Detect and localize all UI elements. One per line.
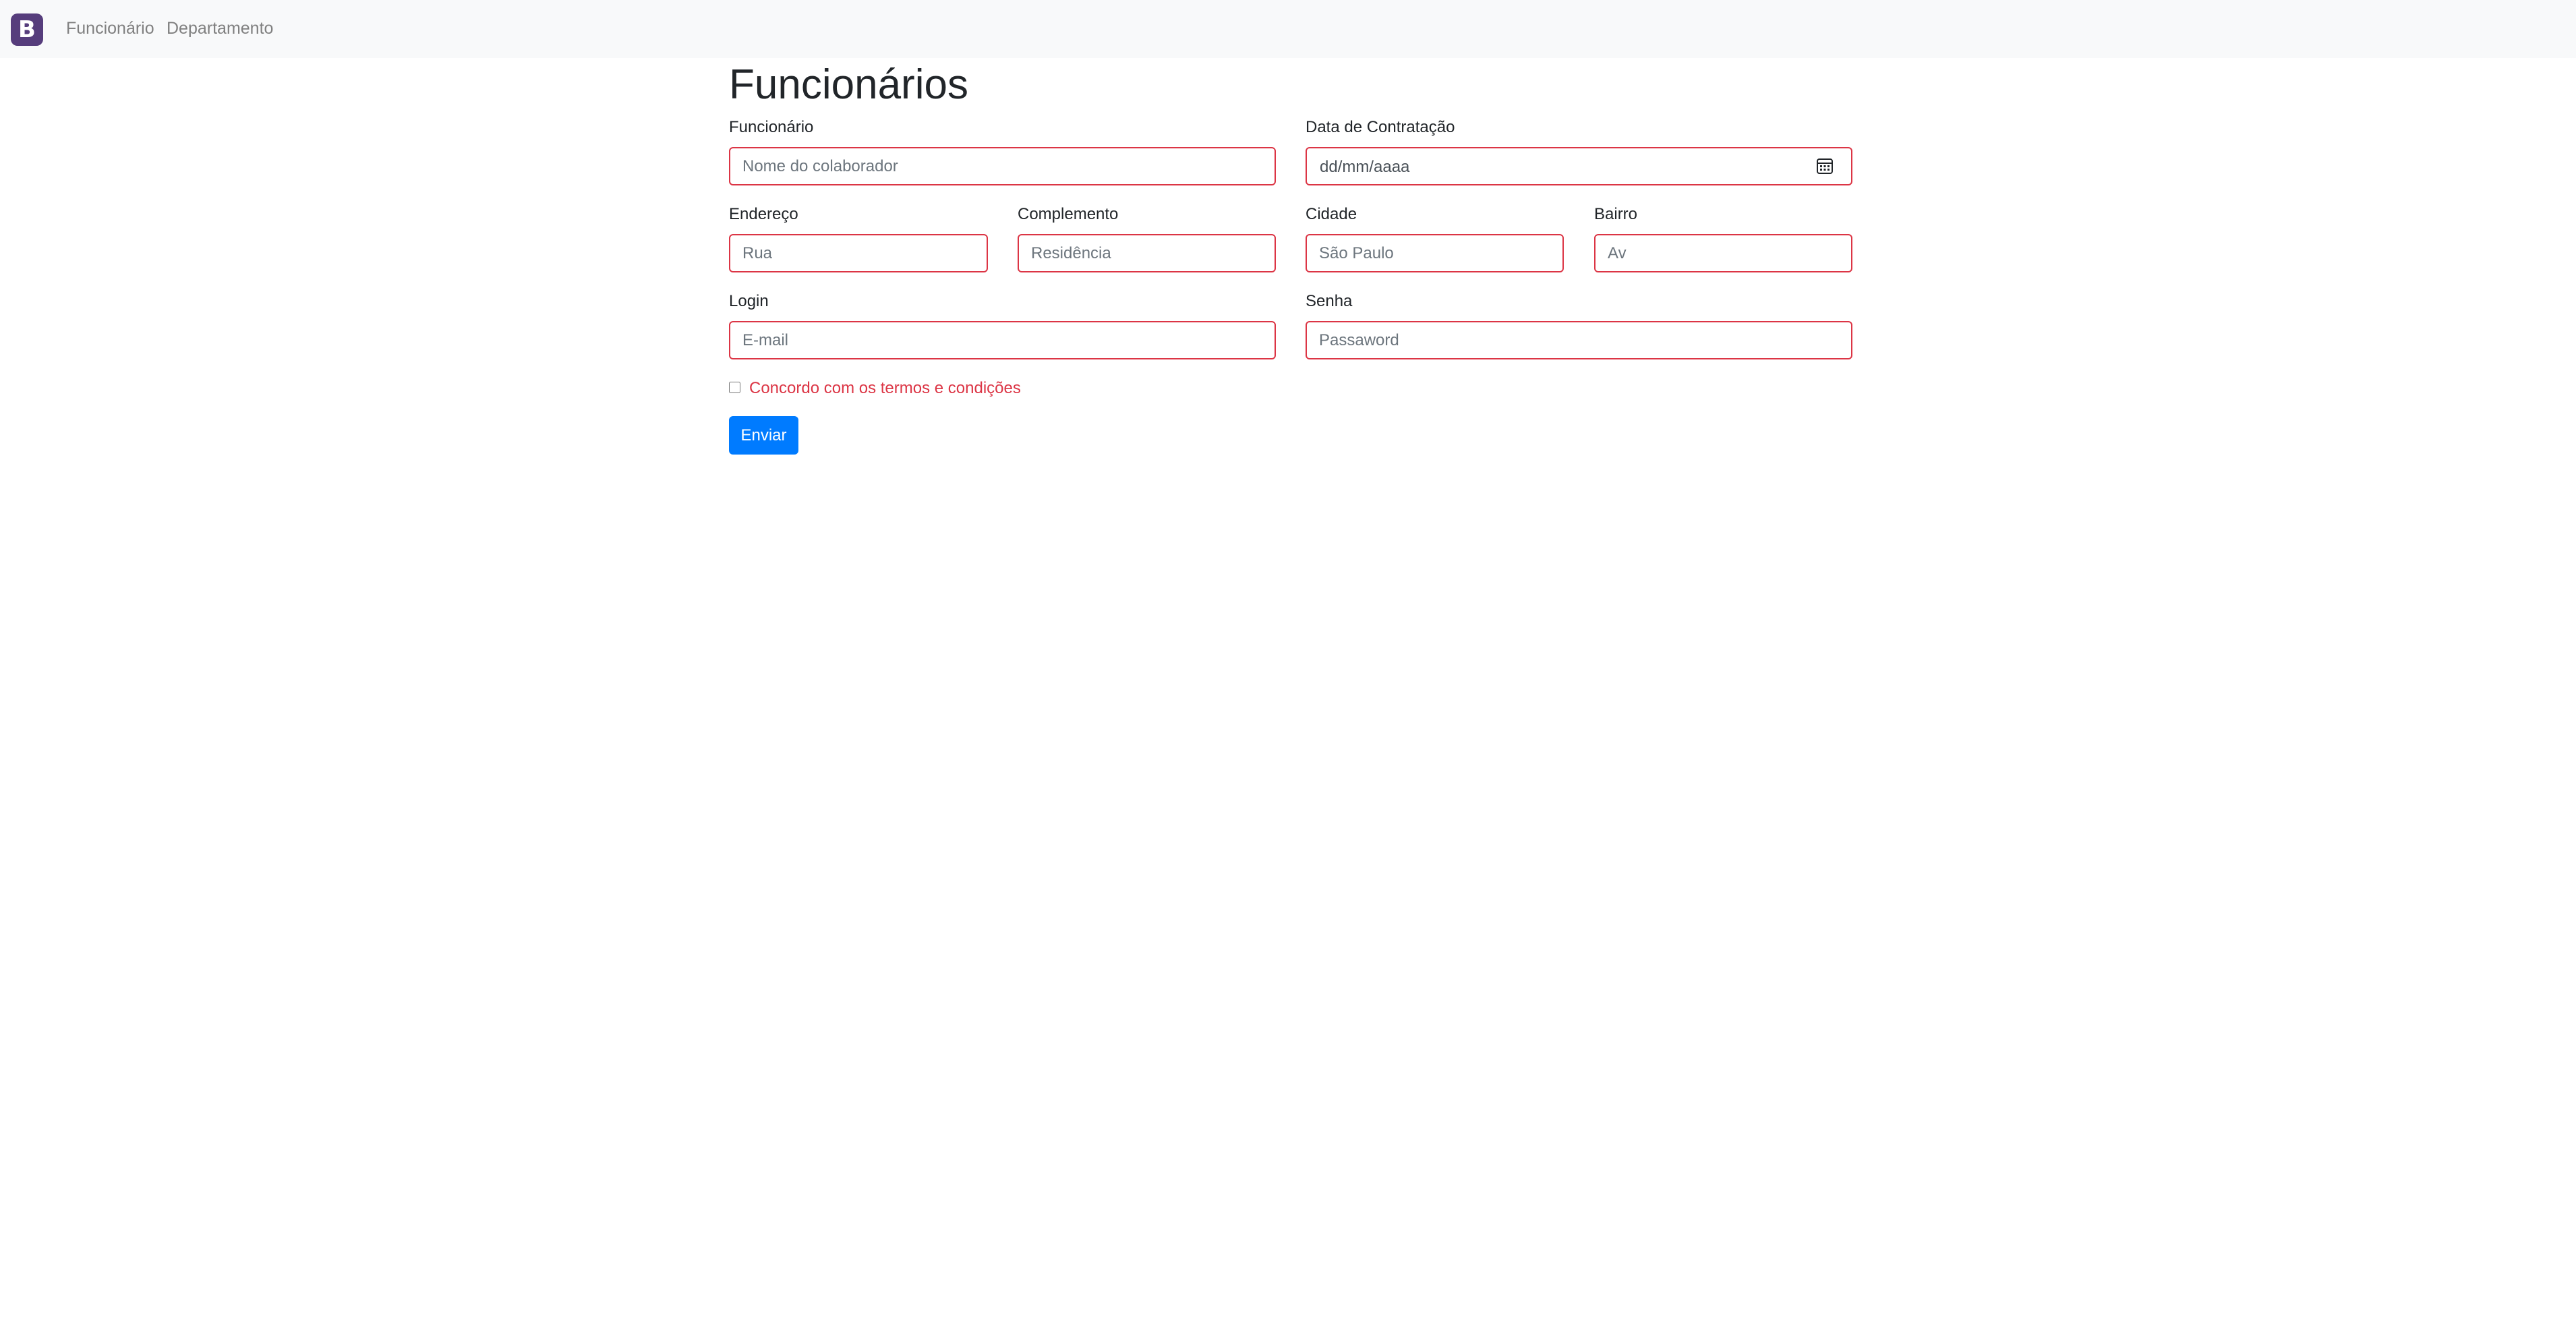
login-input[interactable] [729,321,1276,359]
nav-link-departamento[interactable]: Departamento [167,19,273,38]
calendar-icon[interactable] [1816,157,1834,175]
nav-link-funcionario[interactable]: Funcionário [66,19,154,38]
senha-label: Senha [1306,292,1353,310]
termos-checkbox[interactable] [729,382,740,393]
endereco-input[interactable] [729,234,988,272]
bairro-label: Bairro [1594,205,1638,223]
bairro-input[interactable] [1594,234,1852,272]
endereco-label: Endereço [729,205,798,223]
data-contratacao-input[interactable]: dd/mm/aaaa [1306,147,1852,185]
termos-label[interactable]: Concordo com os termos e condições [749,379,1021,398]
data-contratacao-label: Data de Contratação [1306,118,1455,136]
senha-input[interactable] [1306,321,1852,359]
cidade-label: Cidade [1306,205,1357,223]
brand-logo[interactable]: B [11,13,43,46]
cidade-input[interactable] [1306,234,1564,272]
enviar-button[interactable]: Enviar [729,416,798,455]
complemento-label: Complemento [1018,205,1119,223]
complemento-input[interactable] [1018,234,1276,272]
funcionario-input[interactable] [729,147,1276,185]
login-label: Login [729,292,769,310]
page-title: Funcionários [729,61,968,108]
navbar: B Funcionário Departamento [0,0,2576,58]
data-contratacao-value: dd/mm/aaaa [1320,158,1410,176]
funcionario-label: Funcionário [729,118,814,136]
